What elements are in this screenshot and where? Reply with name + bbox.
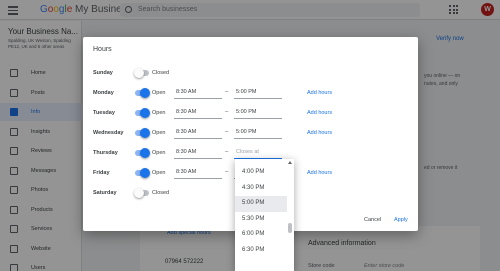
open-toggle[interactable] xyxy=(135,128,150,138)
open-toggle[interactable] xyxy=(135,148,150,158)
opens-at-field[interactable]: 8:30 AM xyxy=(174,106,222,119)
add-hours-link[interactable]: Add hours xyxy=(307,170,332,176)
day-label: Saturday xyxy=(93,190,117,196)
toggle-knob xyxy=(134,68,144,78)
day-label: Tuesday xyxy=(93,110,115,116)
open-status: Closed xyxy=(152,70,170,76)
time-separator: – xyxy=(225,89,229,95)
time-separator: – xyxy=(225,169,229,175)
time-separator: – xyxy=(225,129,229,135)
add-hours-link[interactable]: Add hours xyxy=(307,110,332,116)
closes-at-field[interactable]: 5:00 PM xyxy=(234,86,282,99)
time-option[interactable]: 5:30 PM xyxy=(235,212,287,228)
open-toggle[interactable] xyxy=(134,68,149,78)
day-label: Sunday xyxy=(93,70,113,76)
toggle-knob xyxy=(140,108,150,118)
cancel-button[interactable]: Cancel xyxy=(364,217,381,223)
open-status: Closed xyxy=(152,190,170,196)
apply-button[interactable]: Apply xyxy=(394,217,408,223)
dialog-title: Hours xyxy=(93,46,112,53)
open-status: Open xyxy=(152,130,166,136)
closing-time-dropdown[interactable]: 4:00 PM 4:30 PM 5:00 PM 5:30 PM 6:00 PM 6:30 … xyxy=(235,159,294,271)
opens-at-field[interactable]: 8:30 AM xyxy=(174,166,222,179)
open-status: Open xyxy=(152,110,166,116)
toggle-knob xyxy=(140,128,150,138)
opens-at-field[interactable]: 8:30 AM xyxy=(174,126,222,139)
add-hours-link[interactable]: Add hours xyxy=(307,90,332,96)
open-toggle[interactable] xyxy=(135,108,150,118)
time-option[interactable]: 4:30 PM xyxy=(235,181,287,197)
day-label: Thursday xyxy=(93,150,118,156)
open-status: Open xyxy=(152,90,166,96)
time-separator: – xyxy=(225,149,229,155)
open-toggle[interactable] xyxy=(135,88,150,98)
opens-at-field[interactable]: 8:30 AM xyxy=(174,86,222,99)
open-toggle[interactable] xyxy=(134,188,149,198)
time-option[interactable]: 6:00 PM xyxy=(235,227,287,243)
hours-row-wednesday: Wednesday Open 8:30 AM –5:00 PM Add hours xyxy=(83,124,418,144)
closes-at-field[interactable]: Closes at xyxy=(234,146,282,159)
closes-at-field[interactable]: 5:00 PM xyxy=(234,126,282,139)
time-option[interactable]: 4:00 PM xyxy=(235,165,287,181)
toggle-knob xyxy=(140,148,150,158)
toggle-knob xyxy=(140,168,150,178)
day-label: Friday xyxy=(93,170,110,176)
day-label: Monday xyxy=(93,90,114,96)
toggle-knob xyxy=(134,188,144,198)
toggle-knob xyxy=(140,88,150,98)
hours-row-sunday: Sunday Closed xyxy=(83,64,418,84)
time-separator: – xyxy=(225,109,229,115)
day-label: Wednesday xyxy=(93,130,124,136)
time-option[interactable]: 5:00 PM xyxy=(235,196,287,212)
open-toggle[interactable] xyxy=(135,168,150,178)
open-status: Open xyxy=(152,170,166,176)
time-option[interactable]: 6:30 PM xyxy=(235,243,287,259)
hours-row-monday: Monday Open 8:30 AM –5:00 PM Add hours xyxy=(83,84,418,104)
scrollbar-thumb[interactable] xyxy=(288,223,292,233)
hours-row-tuesday: Tuesday Open 8:30 AM –5:00 PM Add hours xyxy=(83,104,418,124)
open-status: Open xyxy=(152,150,166,156)
scroll-up-arrow-icon[interactable] xyxy=(288,161,292,164)
closes-at-field[interactable]: 5:00 PM xyxy=(234,106,282,119)
opens-at-field[interactable]: 8:30 AM xyxy=(174,146,222,159)
add-hours-link[interactable]: Add hours xyxy=(307,130,332,136)
